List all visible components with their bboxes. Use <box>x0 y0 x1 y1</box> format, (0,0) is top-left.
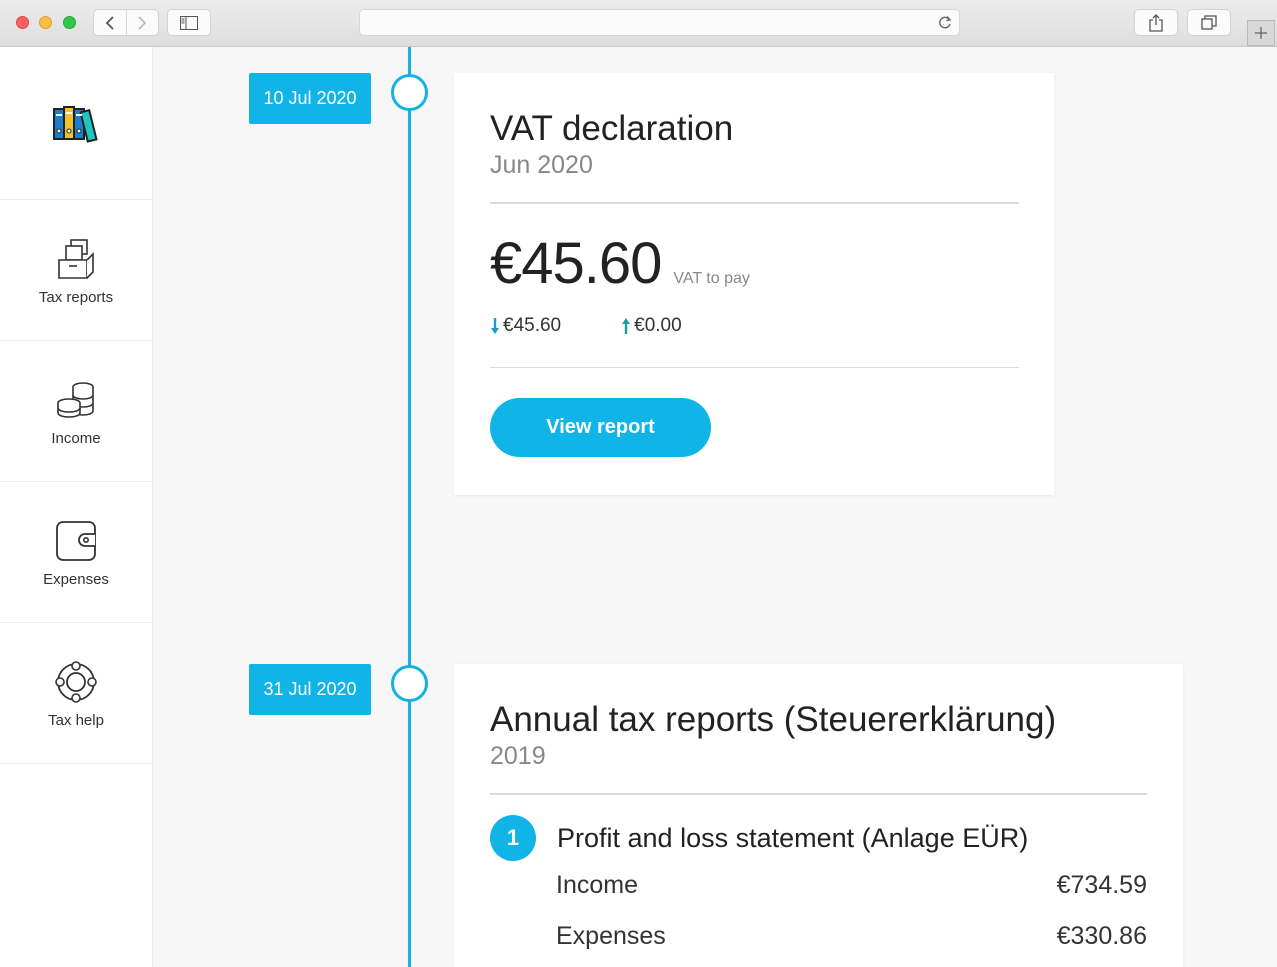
vat-down-value: €45.60 <box>503 315 562 336</box>
vat-up-item: €0.00 <box>621 315 682 337</box>
chevron-left-icon <box>105 15 114 30</box>
sidebar-item-label: Income <box>51 429 101 447</box>
sidebar-item-label: Tax reports <box>38 288 114 306</box>
vat-up-value: €0.00 <box>634 315 682 336</box>
minimize-window-button[interactable] <box>39 16 52 29</box>
forward-button[interactable] <box>125 10 158 35</box>
summary-row: Expenses €330.86 <box>556 922 1147 951</box>
chevron-right-icon <box>138 15 147 30</box>
vat-amount: €45.60 <box>490 231 662 296</box>
history-nav <box>93 9 159 36</box>
sidebar-item-tax-help[interactable]: Tax help <box>0 623 152 764</box>
show-sidebar-button[interactable] <box>167 9 211 36</box>
new-tab-button[interactable] <box>1247 20 1275 46</box>
card-title: VAT declaration <box>490 109 734 148</box>
share-icon <box>1149 13 1163 32</box>
close-window-button[interactable] <box>16 16 29 29</box>
divider <box>490 367 1019 368</box>
share-button[interactable] <box>1134 9 1178 36</box>
wallet-icon <box>55 517 97 565</box>
section-title: Profit and loss statement (Anlage EÜR) <box>557 822 1029 853</box>
card-period: Jun 2020 <box>490 151 593 179</box>
timeline-line <box>408 47 411 967</box>
divider <box>490 202 1019 204</box>
date-badge: 10 Jul 2020 <box>249 73 371 124</box>
vat-amount-label: VAT to pay <box>673 270 750 287</box>
date-badge: 31 Jul 2020 <box>249 664 371 715</box>
report-section-header[interactable]: 1 Profit and loss statement (Anlage EÜR) <box>490 815 1147 861</box>
arrow-up-icon <box>622 318 631 334</box>
sidebar-item-expenses[interactable]: Expenses <box>0 482 152 623</box>
plus-icon <box>1255 27 1267 39</box>
reload-icon[interactable] <box>938 15 952 35</box>
summary-row: Income €734.59 <box>556 871 1147 900</box>
tax-reports-icon <box>57 235 95 283</box>
vat-flow-row: €45.60 €0.00 <box>490 315 1019 337</box>
view-report-button[interactable]: View report <box>490 398 711 457</box>
sidebar-item-tax-reports[interactable]: Tax reports <box>0 200 152 341</box>
vat-amount-row: €45.60 VAT to pay <box>490 230 1019 297</box>
timeline-dot <box>391 74 428 111</box>
zoom-window-button[interactable] <box>63 16 76 29</box>
app-logo[interactable] <box>0 47 152 200</box>
annual-tax-reports-card: Annual tax reports (Steuererklärung) 201… <box>454 664 1183 967</box>
card-period: 2019 <box>490 742 546 770</box>
sidebar-item-label: Expenses <box>43 570 109 588</box>
browser-toolbar <box>0 0 1277 47</box>
card-title: Annual tax reports (Steuererklärung) <box>490 700 1057 739</box>
sidebar-icon <box>180 15 198 30</box>
summary-row-label: Expenses <box>556 922 666 950</box>
step-number-badge: 1 <box>490 815 536 861</box>
app-sidebar: Tax reports Income Expenses Tax help <box>0 47 153 967</box>
back-button[interactable] <box>94 10 126 35</box>
binders-logo-icon <box>53 106 98 143</box>
sidebar-item-label: Tax help <box>48 711 104 729</box>
tabs-icon <box>1201 15 1217 30</box>
address-bar[interactable] <box>359 9 960 36</box>
divider <box>490 793 1147 795</box>
coins-icon <box>55 376 97 424</box>
sidebar-item-income[interactable]: Income <box>0 341 152 482</box>
arrow-down-icon <box>491 318 499 334</box>
vat-down-item: €45.60 <box>490 315 561 337</box>
summary-row-value: €330.86 <box>1056 922 1147 950</box>
summary-row-value: €734.59 <box>1056 871 1147 899</box>
lifebuoy-icon <box>55 658 97 706</box>
show-all-tabs-button[interactable] <box>1187 9 1231 36</box>
timeline-dot <box>391 665 428 702</box>
vat-declaration-card: VAT declaration Jun 2020 €45.60 VAT to p… <box>454 73 1054 495</box>
summary-row-label: Income <box>556 871 638 899</box>
